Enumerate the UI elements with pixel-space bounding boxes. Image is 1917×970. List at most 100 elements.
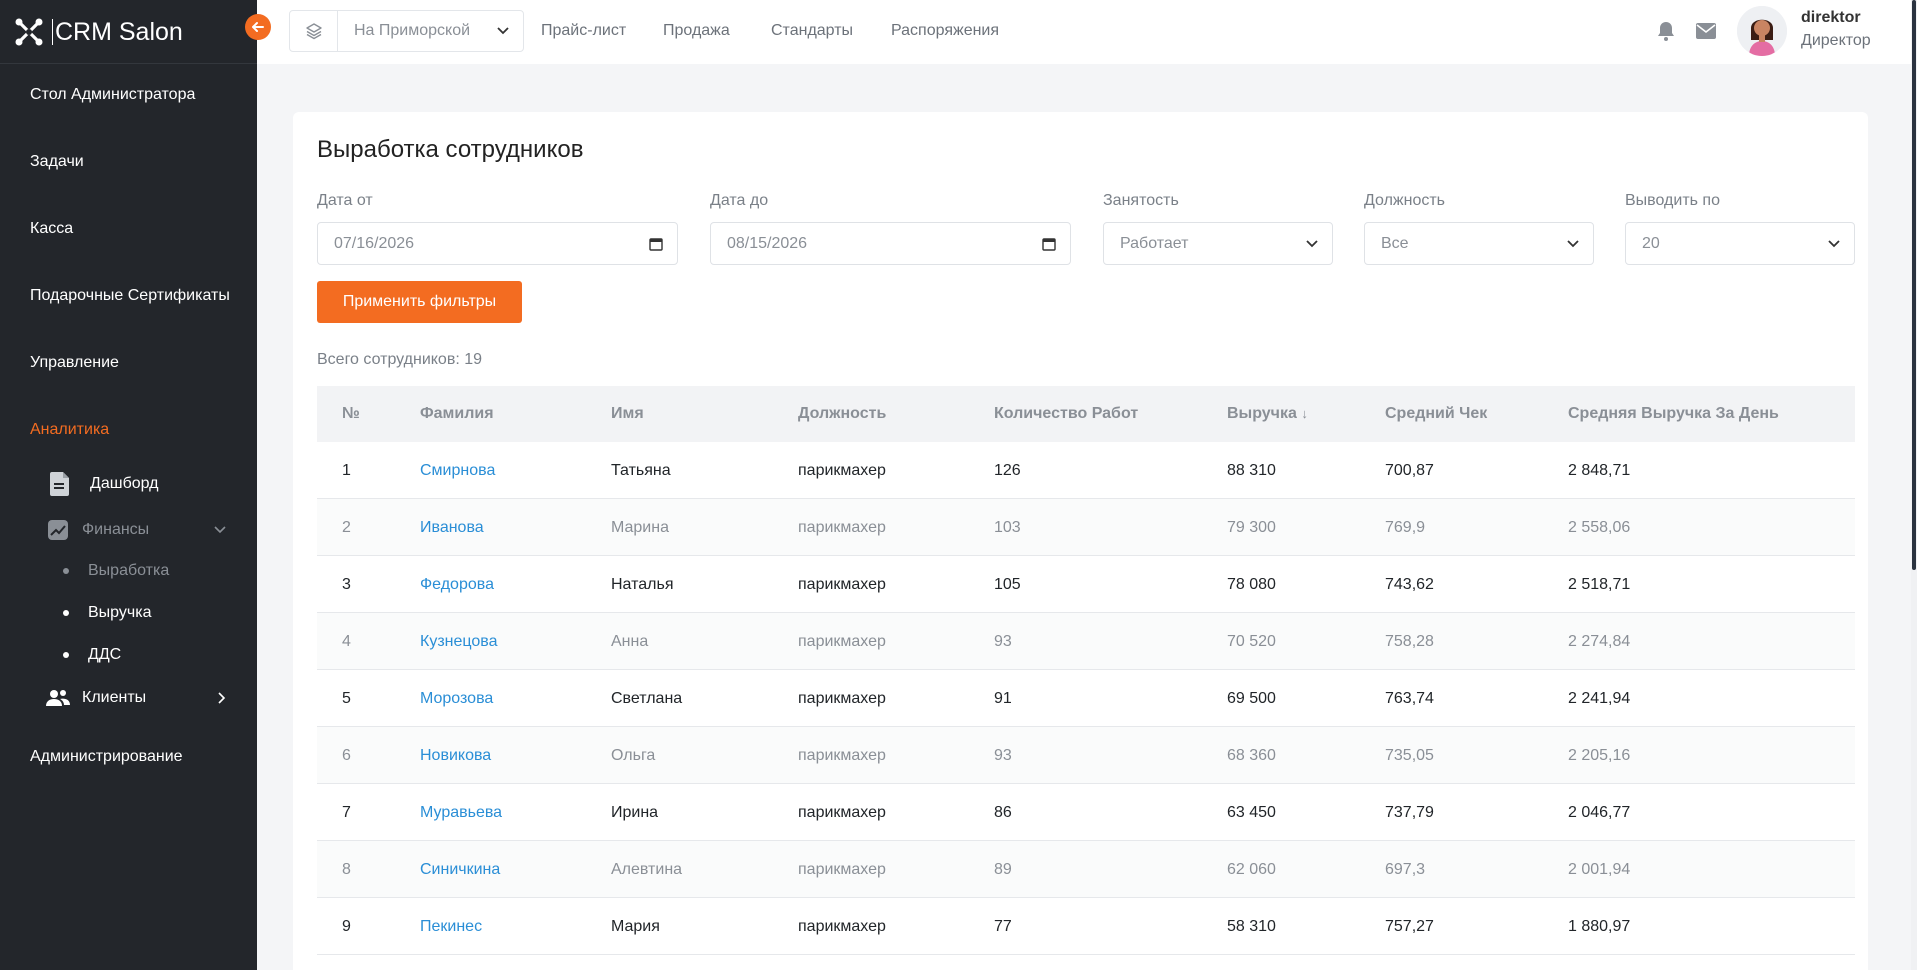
finance-label: Финансы xyxy=(82,521,150,538)
clients-label: Клиенты xyxy=(82,689,147,706)
cell-avg-daily-revenue: 2 046,77 xyxy=(1568,804,1631,821)
cell-revenue: 70 520 xyxy=(1227,633,1276,650)
brand: CRM Salon xyxy=(0,0,271,64)
calendar-icon xyxy=(649,237,663,251)
dashboard-label: Дашборд xyxy=(90,475,159,492)
sidebar-item-tasks[interactable]: Задачи xyxy=(30,153,84,171)
cell-avg-daily-revenue: 2 518,71 xyxy=(1568,576,1631,593)
cell-works-count: 77 xyxy=(994,918,1012,935)
employee-surname-link[interactable]: Новикова xyxy=(420,747,491,765)
cell-revenue: 88 310 xyxy=(1227,462,1276,479)
sidebar-item-administration[interactable]: Администрирование xyxy=(30,748,183,766)
date-from-input[interactable]: 07/16/2026 xyxy=(317,222,678,265)
cell-name: Алевтина xyxy=(611,861,683,878)
nav-price-list[interactable]: Прайс-лист xyxy=(541,22,626,40)
cell-works-count: 89 xyxy=(994,861,1012,878)
employee-surname-link[interactable]: Иванова xyxy=(420,519,484,537)
cell-avg-daily-revenue: 2 558,06 xyxy=(1568,519,1631,536)
user-avatar-icon xyxy=(1737,6,1787,56)
sidebar-item-dds[interactable]: ДДС xyxy=(63,646,121,664)
col-position: Должность xyxy=(798,405,887,422)
col-name: Имя xyxy=(611,405,644,422)
sidebar-item-clients[interactable]: Клиенты xyxy=(46,686,226,710)
cell-revenue: 69 500 xyxy=(1227,690,1276,707)
cell-avg-check: 757,27 xyxy=(1385,918,1434,935)
per-page-select[interactable]: 20 xyxy=(1625,222,1855,265)
envelope-icon[interactable] xyxy=(1695,20,1717,42)
employee-surname-link[interactable]: Кузнецова xyxy=(420,633,498,651)
cell-position: парикмахер xyxy=(798,462,886,479)
cell-avg-daily-revenue: 2 241,94 xyxy=(1568,690,1631,707)
bullet-icon xyxy=(63,610,69,616)
sidebar-item-analytics[interactable]: Аналитика xyxy=(30,421,109,439)
bullet-icon xyxy=(63,568,69,574)
sidebar-item-revenue[interactable]: Выручка xyxy=(63,604,151,622)
cell-works-count: 103 xyxy=(994,519,1021,536)
col-works-count: Количество Работ xyxy=(994,405,1139,422)
position-select[interactable]: Все xyxy=(1364,222,1594,265)
employee-surname-link[interactable]: Смирнова xyxy=(420,462,495,480)
sort-desc-icon: ↓ xyxy=(1301,406,1308,421)
sidebar-collapse-button[interactable] xyxy=(245,14,271,40)
employee-surname-link[interactable]: Пекинес xyxy=(420,918,482,936)
col-avg-check: Средний Чек xyxy=(1385,405,1488,422)
cell-avg-daily-revenue: 2 001,94 xyxy=(1568,861,1631,878)
sidebar-item-dashboard[interactable]: Дашборд xyxy=(48,472,159,496)
branch-value: На Приморской xyxy=(354,22,471,39)
cell-number: 5 xyxy=(342,690,351,707)
cell-name: Светлана xyxy=(611,690,683,707)
cell-works-count: 93 xyxy=(994,633,1012,650)
cell-avg-daily-revenue: 1 880,97 xyxy=(1568,918,1631,935)
sidebar-item-gift-certificates[interactable]: Подарочные Сертификаты xyxy=(30,287,230,305)
date-to-input[interactable]: 08/15/2026 xyxy=(710,222,1071,265)
layers-icon xyxy=(290,11,338,51)
employment-value: Работает xyxy=(1120,234,1189,252)
table-row: 9 Пекинес Мария парикмахер 77 58 310 757,27 1 8… xyxy=(317,898,1855,955)
employee-surname-link[interactable]: Федорова xyxy=(420,576,494,594)
cell-position: парикмахер xyxy=(798,690,886,707)
arrow-left-icon xyxy=(252,22,264,32)
cell-position: парикмахер xyxy=(798,804,886,821)
table-row: 5 Морозова Светлана парикмахер 91 69 500 763,7… xyxy=(317,670,1855,727)
cell-works-count: 93 xyxy=(994,747,1012,764)
employee-surname-link[interactable]: Морозова xyxy=(420,690,493,708)
cell-works-count: 91 xyxy=(994,690,1012,707)
cell-position: парикмахер xyxy=(798,633,886,650)
cell-position: парикмахер xyxy=(798,861,886,878)
date-to-label: Дата до xyxy=(710,192,769,209)
apply-filters-button[interactable]: Применить фильтры xyxy=(317,281,522,323)
sidebar-item-finance[interactable]: Финансы xyxy=(46,518,226,542)
nav-standards[interactable]: Стандарты xyxy=(771,22,853,40)
cell-avg-check: 735,05 xyxy=(1385,747,1434,764)
user-login: direktor xyxy=(1801,9,1861,26)
branch-select[interactable]: На Приморской xyxy=(289,10,524,52)
col-revenue[interactable]: Выручка ↓ xyxy=(1227,405,1308,423)
sidebar-item-cashbox[interactable]: Касса xyxy=(30,220,73,238)
sidebar-item-admin-desk[interactable]: Стол Администратора xyxy=(30,86,195,104)
nav-sale[interactable]: Продажа xyxy=(663,22,730,40)
sidebar-item-vyrabotka[interactable]: Выработка xyxy=(63,562,169,580)
date-to-value: 08/15/2026 xyxy=(727,234,808,252)
cell-number: 7 xyxy=(342,804,351,821)
employee-surname-link[interactable]: Синичкина xyxy=(420,861,500,879)
cell-avg-daily-revenue: 2 848,71 xyxy=(1568,462,1631,479)
page-scrollbar[interactable] xyxy=(1911,0,1917,970)
cell-position: парикмахер xyxy=(798,918,886,935)
bell-icon[interactable] xyxy=(1655,20,1677,42)
cell-revenue: 58 310 xyxy=(1227,918,1276,935)
chevron-down-icon xyxy=(1567,239,1579,247)
nav-orders[interactable]: Распоряжения xyxy=(891,22,999,40)
scrollbar-thumb[interactable] xyxy=(1912,0,1916,570)
cell-number: 6 xyxy=(342,747,351,764)
cell-position: парикмахер xyxy=(798,747,886,764)
calendar-icon xyxy=(1042,237,1056,251)
employee-surname-link[interactable]: Муравьева xyxy=(420,804,502,822)
cell-revenue: 63 450 xyxy=(1227,804,1276,821)
avatar[interactable] xyxy=(1737,6,1787,56)
cell-revenue: 68 360 xyxy=(1227,747,1276,764)
bullet-icon xyxy=(63,652,69,658)
sidebar-item-management[interactable]: Управление xyxy=(30,354,119,372)
position-value: Все xyxy=(1381,234,1409,252)
employment-select[interactable]: Работает xyxy=(1103,222,1333,265)
page-title: Выработка сотрудников xyxy=(317,136,584,163)
